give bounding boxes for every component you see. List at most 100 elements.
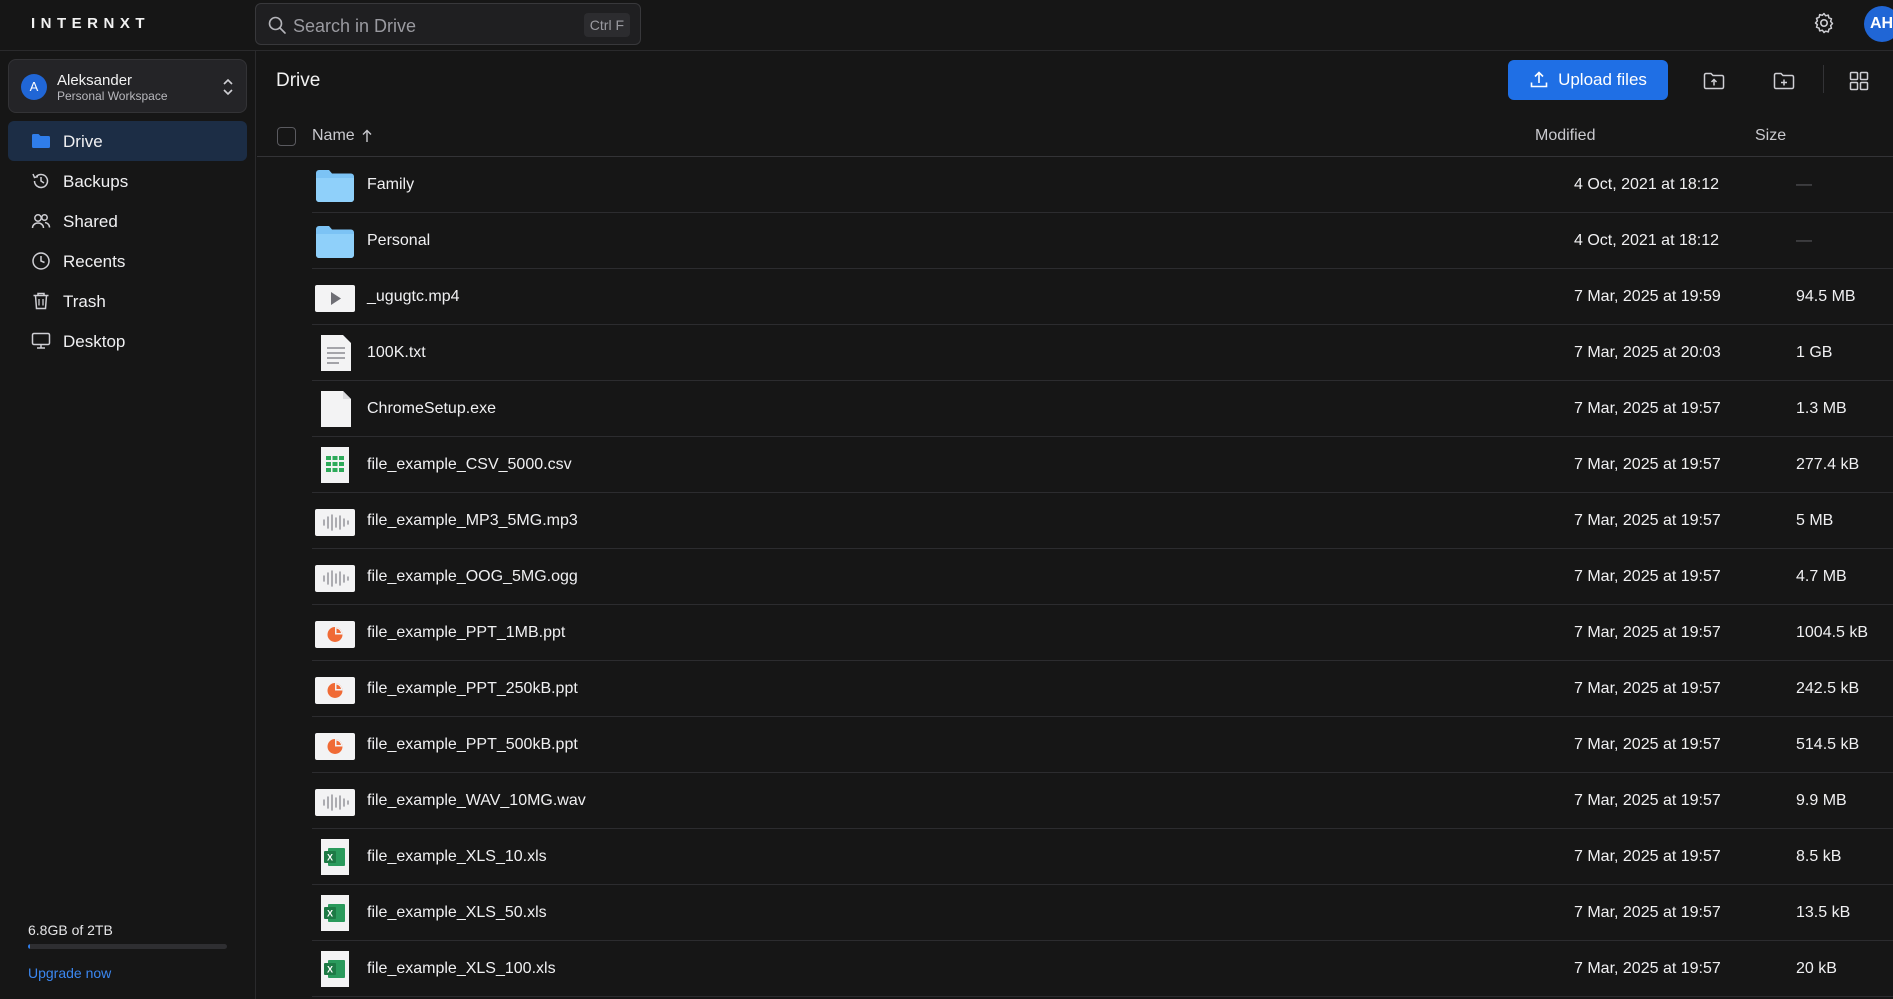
- file-row[interactable]: file_example_PPT_1MB.ppt 7 Mar, 2025 at 1…: [312, 605, 1893, 661]
- file-size: 1 GB: [1796, 344, 1833, 361]
- file-modified: 7 Mar, 2025 at 19:57: [1574, 568, 1721, 585]
- file-size: 5 MB: [1796, 512, 1834, 529]
- file-name: file_example_OOG_5MG.ogg: [367, 568, 578, 585]
- file-modified: 7 Mar, 2025 at 19:57: [1574, 624, 1721, 641]
- file-row[interactable]: Family 4 Oct, 2021 at 18:12 —: [312, 157, 1893, 213]
- file-size: —: [1796, 176, 1812, 193]
- users-icon: [31, 214, 51, 229]
- audio-file-icon: [315, 783, 355, 819]
- file-name: 100K.txt: [367, 344, 426, 361]
- monitor-icon: [31, 332, 51, 349]
- sidebar-item-drive[interactable]: Drive: [8, 121, 247, 161]
- upload-icon: [1530, 71, 1548, 88]
- gear-icon[interactable]: [1812, 11, 1836, 35]
- upload-folder-icon[interactable]: [1702, 69, 1726, 93]
- column-header-modified[interactable]: Modified: [1535, 127, 1595, 145]
- workspace-avatar: A: [21, 74, 47, 100]
- search-shortcut-badge: Ctrl F: [583, 13, 630, 37]
- file-row[interactable]: Personal 4 Oct, 2021 at 18:12 —: [312, 213, 1893, 269]
- xls-file-icon: X: [315, 839, 355, 875]
- file-row[interactable]: file_example_PPT_250kB.ppt 7 Mar, 2025 at…: [312, 661, 1893, 717]
- file-list-header: Name Modified Size: [257, 115, 1893, 157]
- file-size: 20 kB: [1796, 960, 1837, 977]
- file-list: Family 4 Oct, 2021 at 18:12 — Personal 4 Oct…: [312, 157, 1893, 997]
- file-modified: 7 Mar, 2025 at 20:03: [1574, 344, 1721, 361]
- file-row[interactable]: ChromeSetup.exe 7 Mar, 2025 at 19:57 1.3 M…: [312, 381, 1893, 437]
- file-row[interactable]: Xfile_example_XLS_50.xls 7 Mar, 2025 at 1…: [312, 885, 1893, 941]
- folder-file-icon: [315, 167, 355, 203]
- search-box[interactable]: Search in Drive Ctrl F: [255, 3, 641, 45]
- grid-view-icon[interactable]: [1847, 69, 1871, 93]
- file-name: Family: [367, 176, 415, 193]
- file-modified: 7 Mar, 2025 at 19:57: [1574, 848, 1721, 865]
- main-content: Drive Upload files Name Modified Size Fa…: [257, 51, 1893, 999]
- new-folder-icon[interactable]: [1772, 69, 1796, 93]
- file-row[interactable]: file_example_OOG_5MG.ogg 7 Mar, 2025 at 1…: [312, 549, 1893, 605]
- storage-usage-text: 6.8GB of 2TB: [28, 922, 113, 938]
- file-row[interactable]: _ugugtc.mp4 7 Mar, 2025 at 19:59 94.5 MB: [312, 269, 1893, 325]
- svg-text:X: X: [327, 909, 333, 919]
- clock-icon: [32, 252, 50, 270]
- file-row[interactable]: Xfile_example_XLS_10.xls 7 Mar, 2025 at 1…: [312, 829, 1893, 885]
- folder-file-icon: [315, 223, 355, 259]
- file-row[interactable]: file_example_PPT_500kB.ppt 7 Mar, 2025 at…: [312, 717, 1893, 773]
- upgrade-link[interactable]: Upgrade now: [28, 965, 111, 981]
- user-avatar[interactable]: AH: [1864, 6, 1893, 42]
- page-title: Drive: [276, 70, 321, 91]
- file-size: 242.5 kB: [1796, 680, 1860, 697]
- file-size: 8.5 kB: [1796, 848, 1842, 865]
- column-header-size[interactable]: Size: [1755, 127, 1786, 145]
- file-size: —: [1796, 232, 1812, 249]
- toolbar-divider: [1823, 65, 1824, 93]
- column-header-name[interactable]: Name: [312, 127, 355, 145]
- text-file-icon: [315, 335, 355, 371]
- file-modified: 7 Mar, 2025 at 19:57: [1574, 960, 1721, 977]
- upload-files-button[interactable]: Upload files: [1508, 60, 1668, 100]
- file-modified: 7 Mar, 2025 at 19:57: [1574, 792, 1721, 809]
- file-modified: 4 Oct, 2021 at 18:12: [1574, 232, 1719, 249]
- file-name: file_example_XLS_50.xls: [367, 904, 547, 921]
- sidebar-item-label: Backups: [63, 172, 129, 191]
- trash-icon: [33, 292, 49, 310]
- select-all-checkbox[interactable]: [277, 127, 296, 146]
- sidebar-item-label: Trash: [63, 292, 106, 311]
- file-name: file_example_MP3_5MG.mp3: [367, 512, 578, 529]
- file-modified: 7 Mar, 2025 at 19:57: [1574, 736, 1721, 753]
- sidebar-item-trash[interactable]: Trash: [8, 281, 247, 321]
- sidebar-item-recents[interactable]: Recents: [8, 241, 247, 281]
- csv-file-icon: [315, 447, 355, 483]
- folder-icon: [32, 134, 50, 148]
- file-name: file_example_WAV_10MG.wav: [367, 792, 586, 809]
- file-size: 94.5 MB: [1796, 288, 1856, 305]
- file-size: 13.5 kB: [1796, 904, 1851, 921]
- audio-file-icon: [315, 503, 355, 539]
- xls-file-icon: X: [315, 951, 355, 987]
- file-name: _ugugtc.mp4: [367, 288, 460, 305]
- file-modified: 7 Mar, 2025 at 19:57: [1574, 512, 1721, 529]
- upload-files-label: Upload files: [1558, 70, 1647, 89]
- chevron-up-down-icon: [223, 78, 233, 96]
- sidebar-item-label: Recents: [63, 252, 126, 271]
- workspace-switcher[interactable]: A Aleksander Personal Workspace: [8, 59, 247, 113]
- file-row[interactable]: file_example_WAV_10MG.wav 7 Mar, 2025 at …: [312, 773, 1893, 829]
- file-row[interactable]: Xfile_example_XLS_100.xls 7 Mar, 2025 at …: [312, 941, 1893, 997]
- xls-file-icon: X: [315, 895, 355, 931]
- sidebar-item-label: Drive: [63, 132, 103, 151]
- file-row[interactable]: file_example_CSV_5000.csv 7 Mar, 2025 at …: [312, 437, 1893, 493]
- sidebar-item-desktop[interactable]: Desktop: [8, 321, 247, 361]
- generic-file-icon: [315, 391, 355, 427]
- search-icon: [268, 16, 286, 34]
- file-size: 277.4 kB: [1796, 456, 1860, 473]
- file-modified: 4 Oct, 2021 at 18:12: [1574, 176, 1719, 193]
- search-input[interactable]: Search in Drive: [293, 16, 416, 37]
- storage-progress-fill: [28, 944, 31, 949]
- app-logo: INTERNXT: [31, 15, 150, 32]
- file-name: ChromeSetup.exe: [367, 400, 496, 417]
- sort-ascending-icon[interactable]: [361, 128, 373, 144]
- sidebar-item-backups[interactable]: Backups: [8, 161, 247, 201]
- ppt-file-icon: [315, 727, 355, 763]
- video-file-icon: [315, 279, 355, 315]
- file-row[interactable]: 100K.txt 7 Mar, 2025 at 20:03 1 GB: [312, 325, 1893, 381]
- sidebar-item-shared[interactable]: Shared: [8, 201, 247, 241]
- file-row[interactable]: file_example_MP3_5MG.mp3 7 Mar, 2025 at 1…: [312, 493, 1893, 549]
